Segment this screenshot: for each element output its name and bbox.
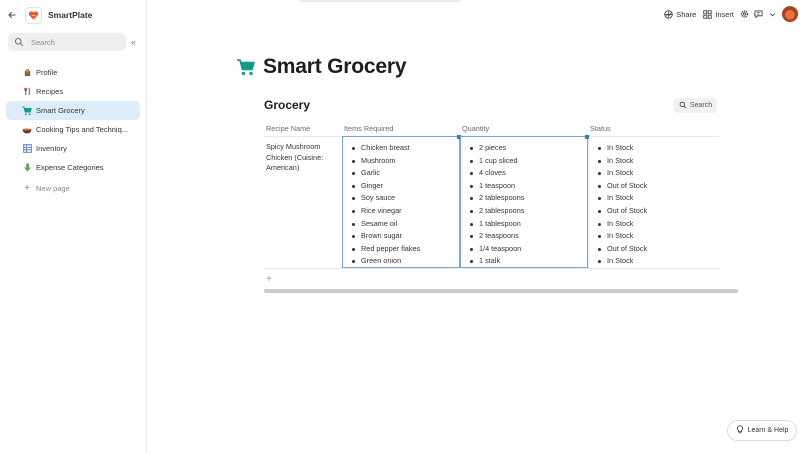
- list-item: Red pepper flakes: [348, 243, 459, 256]
- expense-icon: [22, 163, 32, 173]
- list-item: In Stock: [594, 155, 719, 168]
- list-item: Rice vinegar: [348, 205, 459, 218]
- quantity-cell[interactable]: 2 pieces 1 cup sliced 4 cloves 1 teaspoo…: [460, 135, 589, 268]
- sidebar-item-inventory[interactable]: Inventory: [6, 139, 140, 158]
- lightbulb-icon: [736, 425, 744, 436]
- profile-icon: [22, 68, 32, 78]
- cart-icon: [236, 57, 256, 77]
- items-required-cell[interactable]: Chicken breast Mushroom Garlic Ginger So…: [342, 135, 461, 268]
- plus-icon: +: [24, 183, 30, 194]
- sidebar-item-label: Expense Categories: [36, 163, 104, 172]
- horizontal-scrollbar[interactable]: [264, 289, 738, 293]
- bowl-icon: [22, 125, 32, 135]
- learn-help-label: Learn & Help: [747, 427, 789, 434]
- share-button[interactable]: Share: [663, 6, 697, 22]
- list-item: In Stock: [594, 167, 719, 180]
- insert-button[interactable]: Insert: [702, 6, 735, 22]
- grocery-table: Recipe Name Items Required Quantity Stat…: [264, 120, 719, 269]
- list-item: Garlic: [348, 167, 459, 180]
- sidebar-item-label: Recipes: [36, 87, 64, 96]
- list-item: 1 cup sliced: [466, 155, 587, 168]
- list-item: Mushroom: [348, 155, 459, 168]
- list-item: 1 stalk: [466, 255, 587, 268]
- database-title[interactable]: Grocery: [264, 98, 310, 112]
- list-item: In Stock: [594, 142, 719, 155]
- column-header[interactable]: Recipe Name: [264, 120, 342, 136]
- quantity-list: 2 pieces 1 cup sliced 4 cloves 1 teaspoo…: [461, 142, 587, 268]
- utensils-icon: [22, 87, 32, 97]
- sidebar-item-cooking-tips[interactable]: Cooking Tips and Techniq...: [6, 120, 140, 139]
- list-item: 1/4 teaspoon: [466, 243, 587, 256]
- list-item: 1 teaspoon: [466, 180, 587, 193]
- status-list: In Stock In Stock In Stock Out of Stock …: [589, 142, 719, 268]
- list-item: Out of Stock: [594, 205, 719, 218]
- list-item: Brown sugar: [348, 230, 459, 243]
- list-item: 2 pieces: [466, 142, 587, 155]
- grid-icon: [703, 9, 712, 19]
- gear-icon[interactable]: [740, 10, 749, 19]
- share-label: Share: [676, 9, 697, 19]
- add-row-icon[interactable]: +: [266, 274, 272, 285]
- sidebar-nav: Profile Recipes Smart Grocery Cooking Ti…: [6, 63, 140, 198]
- cart-icon: [22, 106, 32, 116]
- list-item: In Stock: [594, 255, 719, 268]
- database-search-button[interactable]: Search: [674, 98, 717, 113]
- list-item: Chicken breast: [348, 142, 459, 155]
- sidebar-item-label: Smart Grocery: [36, 106, 85, 115]
- top-toolbar: Share Insert: [663, 6, 798, 22]
- recipe-name-cell[interactable]: Spicy Mushroom Chicken (Cuisine: America…: [264, 137, 342, 268]
- avatar[interactable]: [782, 6, 798, 22]
- page-title: Smart Grocery: [263, 55, 407, 78]
- list-item: Sesame oil: [348, 218, 459, 231]
- workspace-header: SmartPlate: [6, 5, 92, 25]
- back-arrow-icon[interactable]: [6, 9, 18, 21]
- column-header[interactable]: Items Required: [342, 120, 460, 136]
- list-item: 4 cloves: [466, 167, 587, 180]
- list-item: Ginger: [348, 180, 459, 193]
- list-item: Soy sauce: [348, 192, 459, 205]
- table-header: Recipe Name Items Required Quantity Stat…: [264, 120, 719, 137]
- sidebar-item-label: Profile: [36, 68, 58, 77]
- list-item: Out of Stock: [594, 243, 719, 256]
- database-search-label: Search: [689, 102, 713, 109]
- new-page-label: New page: [36, 184, 70, 193]
- items-list: Chicken breast Mushroom Garlic Ginger So…: [343, 142, 459, 268]
- list-item: 2 tablespoons: [466, 205, 587, 218]
- list-item: In Stock: [594, 192, 719, 205]
- list-item: Green onion: [348, 255, 459, 268]
- collapse-sidebar-icon[interactable]: «: [131, 37, 141, 47]
- search-icon: [14, 37, 24, 47]
- sidebar-search[interactable]: Search: [8, 33, 126, 51]
- workspace-logo-icon[interactable]: [25, 6, 42, 24]
- column-header[interactable]: Status: [588, 120, 719, 136]
- inventory-icon: [22, 144, 32, 154]
- page-header: Smart Grocery: [236, 55, 407, 79]
- new-page-button[interactable]: + New page: [6, 179, 140, 198]
- status-cell[interactable]: In Stock In Stock In Stock Out of Stock …: [588, 137, 719, 268]
- insert-label: Insert: [715, 9, 734, 19]
- list-item: Out of Stock: [594, 180, 719, 193]
- sidebar-item-expense-categories[interactable]: Expense Categories: [6, 158, 140, 177]
- sidebar-item-label: Cooking Tips and Techniq...: [36, 125, 129, 134]
- table-row: Spicy Mushroom Chicken (Cuisine: America…: [264, 135, 719, 269]
- list-item: 2 teaspoons: [466, 230, 587, 243]
- comment-icon[interactable]: [754, 10, 763, 19]
- learn-help-button[interactable]: Learn & Help: [727, 420, 797, 441]
- top-edge-bar: [300, 0, 460, 2]
- list-item: 1 tablespoon: [466, 218, 587, 231]
- search-placeholder: Search: [31, 37, 55, 47]
- list-item: In Stock: [594, 218, 719, 231]
- workspace-name[interactable]: SmartPlate: [48, 10, 92, 20]
- column-header[interactable]: Quantity: [460, 120, 588, 136]
- sidebar: SmartPlate Search « Profile Recipes Smar…: [0, 0, 147, 453]
- search-icon: [679, 101, 687, 111]
- sidebar-item-recipes[interactable]: Recipes: [6, 82, 140, 101]
- chevron-down-icon[interactable]: [768, 10, 777, 19]
- sidebar-item-profile[interactable]: Profile: [6, 63, 140, 82]
- list-item: 2 tablespoons: [466, 192, 587, 205]
- sidebar-item-smart-grocery[interactable]: Smart Grocery: [6, 101, 140, 120]
- list-item: In Stock: [594, 230, 719, 243]
- globe-icon: [664, 9, 673, 19]
- sidebar-item-label: Inventory: [36, 144, 67, 153]
